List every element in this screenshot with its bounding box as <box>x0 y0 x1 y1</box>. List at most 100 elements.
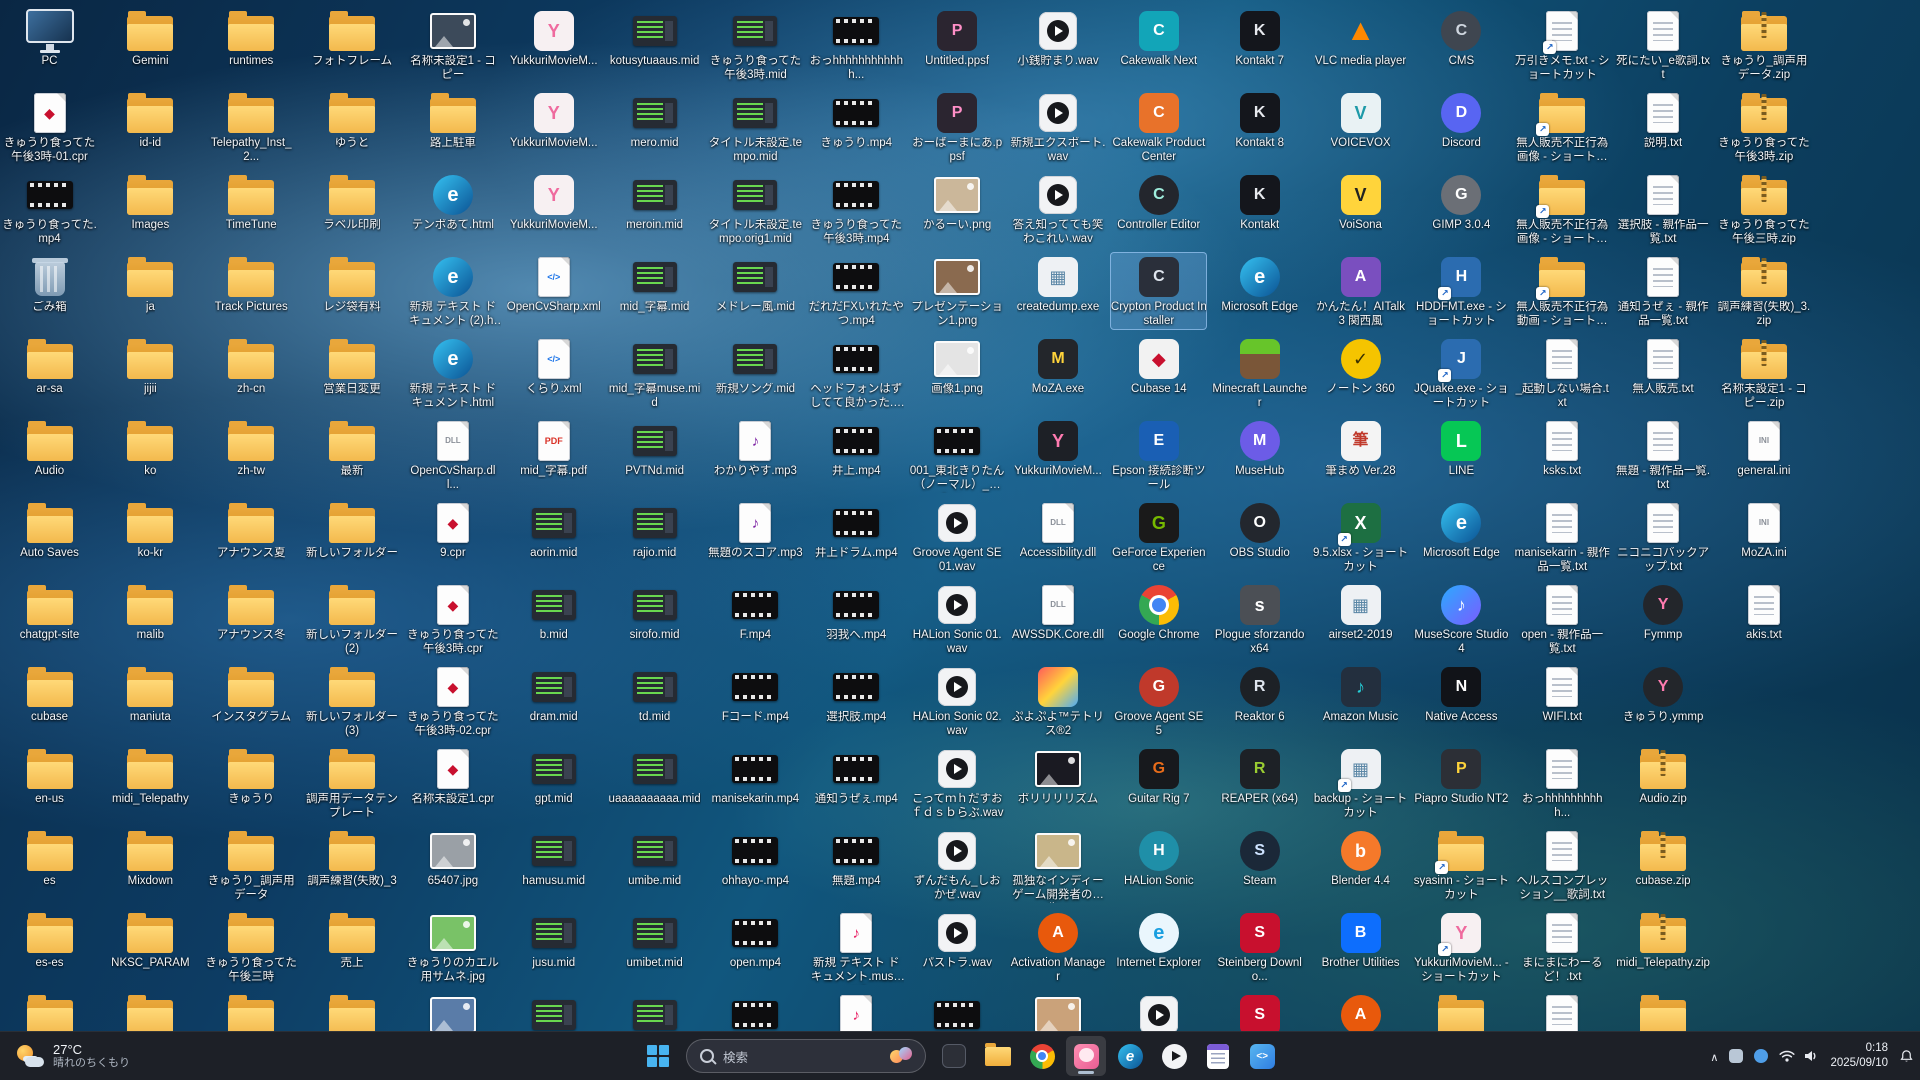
desktop-icon[interactable]: G GeForce Experience <box>1110 498 1207 576</box>
desktop-icon[interactable]: e Microsoft Edge <box>1413 498 1510 576</box>
desktop-icon[interactable]: きゅうり <box>203 744 300 822</box>
desktop-icon[interactable]: dram.mid <box>505 662 602 740</box>
desktop-icon[interactable]: 新しいフォルダー <box>304 498 401 576</box>
desktop-icon[interactable]: _起動しない場合.txt <box>1514 334 1611 412</box>
desktop-icon[interactable]: 通知うぜぇ.mp4 <box>808 744 905 822</box>
tray-app-icon-2[interactable] <box>1754 1049 1769 1063</box>
desktop-icon[interactable]: ◆ Cubase 14 <box>1110 334 1207 412</box>
desktop-icon[interactable]: 孤独なインディーゲーム開発者の一生... <box>1010 826 1107 904</box>
desktop-icon[interactable] <box>1615 990 1712 1032</box>
desktop-icon[interactable]: midi_Telepathy <box>102 744 199 822</box>
desktop-icon[interactable]: 選択肢 - 親作品一覧.txt <box>1615 170 1712 248</box>
desktop-icon[interactable]: ↗ syasinn - ショートカット <box>1413 826 1510 904</box>
desktop-icon[interactable]: Y ↗ YukkuriMovieM... - ショートカット <box>1413 908 1510 986</box>
desktop-icon[interactable]: きゅうり食ってた午後三時.zip <box>1715 170 1812 248</box>
desktop-icon[interactable]: malib <box>102 580 199 658</box>
desktop-icon[interactable]: zh-tw <box>203 416 300 494</box>
desktop-icon[interactable]: R REAPER (x64) <box>1211 744 1308 822</box>
desktop-icon[interactable]: 無題 - 親作品一覧.txt <box>1615 416 1712 494</box>
desktop-icon[interactable]: td.mid <box>606 662 703 740</box>
desktop-icon[interactable]: Track Pictures <box>203 252 300 330</box>
desktop-icon[interactable]: Gemini <box>102 6 199 84</box>
weather-widget[interactable]: 27°C 晴れのちくもり <box>4 1032 142 1080</box>
desktop-icon[interactable]: K Kontakt 8 <box>1211 88 1308 166</box>
desktop-icon[interactable]: Images <box>102 170 199 248</box>
desktop-icon[interactable] <box>1514 990 1611 1032</box>
desktop-icon[interactable]: きゅうりのカエル用サムネ.jpg <box>404 908 501 986</box>
taskbar-app-vscode[interactable]: <> <box>1242 1036 1282 1076</box>
desktop-icon[interactable]: manisekarin - 親作品一覧.txt <box>1514 498 1611 576</box>
desktop-icon[interactable]: Y Fymmp <box>1615 580 1712 658</box>
desktop-icon[interactable]: 無題.mp4 <box>808 826 905 904</box>
desktop-icon[interactable]: 羽我へ.mp4 <box>808 580 905 658</box>
hidden-icons-chevron-icon[interactable]: ∧ <box>1710 1051 1718 1064</box>
desktop-icon[interactable]: きゅうり食ってた午後3時.mid <box>707 6 804 84</box>
desktop-icon[interactable]: ohhayo-.mp4 <box>707 826 804 904</box>
desktop-icon[interactable]: uaaaaaaaaaa.mid <box>606 744 703 822</box>
desktop-icon[interactable]: きゅうり.mp4 <box>808 88 905 166</box>
desktop-icon[interactable]: open - 親作品一覧.txt <box>1514 580 1611 658</box>
desktop-icon[interactable]: en-us <box>1 744 98 822</box>
desktop-icon[interactable]: V VoiSona <box>1312 170 1409 248</box>
desktop-icon[interactable]: Audio.zip <box>1615 744 1712 822</box>
desktop-icon[interactable]: B Brother Utilities <box>1312 908 1409 986</box>
desktop-icon[interactable]: 調声練習(失敗)_3.zip <box>1715 252 1812 330</box>
desktop-icon[interactable]: open.mp4 <box>707 908 804 986</box>
desktop-icon[interactable]: 路上駐車 <box>404 88 501 166</box>
desktop-icon[interactable]: Google Chrome <box>1110 580 1207 658</box>
desktop-icon[interactable]: cubase <box>1 662 98 740</box>
desktop-icon[interactable]: C Cakewalk Product Center <box>1110 88 1207 166</box>
desktop-icon[interactable]: </> OpenCvSharp.xml <box>505 252 602 330</box>
desktop-icon[interactable]: e テンポあて.html <box>404 170 501 248</box>
desktop-icon[interactable]: V VOICEVOX <box>1312 88 1409 166</box>
desktop-icon[interactable]: meroin.mid <box>606 170 703 248</box>
desktop-icon[interactable]: ぷよぷよ™テトリス®2 <box>1010 662 1107 740</box>
desktop-icon[interactable]: きゅうり食ってた午後3時.zip <box>1715 88 1812 166</box>
desktop-icon[interactable]: 65407.jpg <box>404 826 501 904</box>
desktop-icon[interactable]: きゅうり_調声用データ <box>203 826 300 904</box>
desktop-icon[interactable]: hamusu.mid <box>505 826 602 904</box>
desktop-icon[interactable]: es <box>1 826 98 904</box>
desktop-icon[interactable]: タイトル未設定.tempo.mid <box>707 88 804 166</box>
desktop-icon[interactable]: ar-sa <box>1 334 98 412</box>
desktop-icon[interactable]: HALion Sonic 02.wav <box>909 662 1006 740</box>
desktop-icon[interactable]: ◆ きゅうり食ってた午後3時.cpr <box>404 580 501 658</box>
desktop-icon[interactable]: こってｍｈだすおｆｄｓｂらぶ.wav <box>909 744 1006 822</box>
desktop-icon[interactable]: Telepathy_Inst_2... <box>203 88 300 166</box>
taskbar-app-ymm[interactable] <box>1066 1036 1106 1076</box>
desktop-icon[interactable]: 調声練習(失敗)_3 <box>304 826 401 904</box>
desktop-icon[interactable]: Y YukkuriMovieM... <box>505 6 602 84</box>
desktop-icon[interactable]: ♪ <box>808 990 905 1032</box>
desktop-icon[interactable]: C Cakewalk Next <box>1110 6 1207 84</box>
desktop-icon[interactable]: ↗ 万引きメモ.txt - ショートカット <box>1514 6 1611 84</box>
desktop-icon[interactable]: es-es <box>1 908 98 986</box>
desktop-icon[interactable]: ♪ MuseScore Studio 4 <box>1413 580 1510 658</box>
desktop-icon[interactable]: インスタグラム <box>203 662 300 740</box>
desktop-icon[interactable]: ◆ きゅうり食ってた午後3時-01.cpr <box>1 88 98 166</box>
taskbar-app-media-player[interactable] <box>1154 1036 1194 1076</box>
desktop-icon[interactable]: 筆筆まめ Ver.28 <box>1312 416 1409 494</box>
desktop-icon[interactable]: ♪ わかりやす.mp3 <box>707 416 804 494</box>
desktop-icon[interactable]: mid_字幕muse.mid <box>606 334 703 412</box>
desktop-icon[interactable]: e 新規 テキスト ドキュメント (2).html <box>404 252 501 330</box>
desktop-icon[interactable] <box>1413 990 1510 1032</box>
desktop-icon[interactable]: e 新規 テキスト ドキュメント.html <box>404 334 501 412</box>
desktop-icon[interactable]: Audio <box>1 416 98 494</box>
desktop-icon[interactable]: 小銭貯まり.wav <box>1010 6 1107 84</box>
desktop-icon[interactable]: maniuta <box>102 662 199 740</box>
desktop-icon[interactable]: ◆ きゅうり食ってた午後3時-02.cpr <box>404 662 501 740</box>
desktop-icon[interactable]: ksks.txt <box>1514 416 1611 494</box>
desktop-icon[interactable]: P Piapro Studio NT2 <box>1413 744 1510 822</box>
desktop-icon[interactable]: ヘルスコンプレッション__歌詞.txt <box>1514 826 1611 904</box>
desktop-icon[interactable]: ポリリリリズム <box>1010 744 1107 822</box>
desktop-icon[interactable]: A <box>1312 990 1409 1032</box>
desktop-icon[interactable]: jusu.mid <box>505 908 602 986</box>
desktop-icon[interactable]: F.mp4 <box>707 580 804 658</box>
desktop-icon[interactable]: 調声用データテンプレート <box>304 744 401 822</box>
desktop-icon[interactable]: DLL AWSSDK.Core.dll <box>1010 580 1107 658</box>
desktop-icon[interactable] <box>1010 990 1107 1032</box>
desktop-icon[interactable]: ✓ ノートン 360 <box>1312 334 1409 412</box>
desktop-icon[interactable]: DLL Accessibility.dll <box>1010 498 1107 576</box>
desktop-icon[interactable]: 新規エクスポート.wav <box>1010 88 1107 166</box>
desktop-icon[interactable]: X ↗ 9.5.xlsx - ショートカット <box>1312 498 1409 576</box>
